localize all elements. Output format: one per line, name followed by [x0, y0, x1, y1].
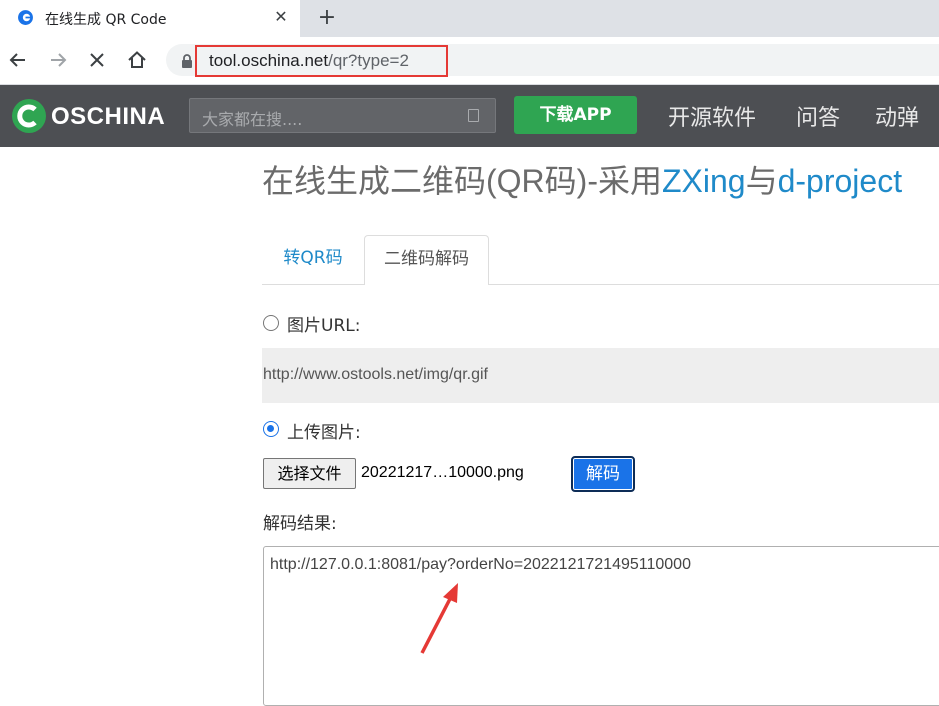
logo-text: OSCHINA — [51, 103, 166, 130]
lock-icon[interactable] — [180, 53, 194, 69]
search-placeholder: 大家都在搜.... — [202, 110, 303, 129]
title-dproject: d-project — [777, 163, 903, 199]
upload-image-radio[interactable] — [263, 421, 279, 437]
tab-generate-qr[interactable]: 转QR码 — [262, 235, 364, 284]
decode-result-value: http://127.0.0.1:8081/pay?orderNo=202212… — [270, 556, 691, 573]
image-url-input[interactable]: http://www.ostools.net/img/qr.gif — [262, 348, 939, 403]
browser-tabstrip: 在线生成 QR Code ✕ + — [0, 0, 939, 37]
title-mid: 与 — [745, 163, 778, 199]
url-path: /qr?type=2 — [328, 51, 409, 70]
title-zxing: ZXing — [661, 163, 746, 199]
stop-loading-icon[interactable] — [84, 47, 110, 73]
url-text[interactable]: tool.oschina.net/qr?type=2 — [209, 51, 409, 71]
download-app-button[interactable]: 下载APP — [514, 96, 637, 134]
nav-item-tweets[interactable]: 动弹 — [875, 100, 919, 132]
browser-toolbar: tool.oschina.net/qr?type=2 — [0, 37, 939, 85]
title-prefix: 在线生成二维码(QR码)-采用 — [262, 163, 662, 199]
tab-close-icon[interactable]: ✕ — [270, 6, 292, 28]
choose-file-button[interactable]: 选择文件 — [263, 458, 356, 489]
edge-favicon-icon — [18, 10, 33, 25]
tab-title: 在线生成 QR Code — [45, 12, 167, 28]
url-highlight-box: tool.oschina.net/qr?type=2 — [195, 45, 448, 77]
image-url-label: 图片URL: — [287, 316, 361, 336]
oschina-logo-icon — [12, 99, 46, 133]
address-bar[interactable]: tool.oschina.net/qr?type=2 — [166, 44, 939, 77]
site-search-input[interactable]: 大家都在搜.... — [189, 98, 496, 133]
url-host: tool.oschina.net — [209, 51, 329, 70]
image-url-value: http://www.ostools.net/img/qr.gif — [263, 366, 488, 383]
nav-item-qa[interactable]: 问答 — [796, 100, 840, 132]
site-header: OSCHINA 大家都在搜.... 下载APP 开源软件 问答 动弹 — [0, 85, 939, 147]
search-icon[interactable] — [468, 109, 479, 122]
new-tab-button[interactable]: + — [314, 5, 340, 31]
decode-result-textarea[interactable]: http://127.0.0.1:8081/pay?orderNo=202212… — [263, 546, 939, 706]
home-icon[interactable] — [124, 47, 150, 73]
forward-arrow-icon[interactable] — [45, 47, 71, 73]
browser-tab[interactable]: 在线生成 QR Code ✕ — [0, 0, 300, 37]
image-url-radio[interactable] — [263, 315, 279, 331]
decode-button[interactable]: 解码 — [571, 456, 635, 492]
tab-decode-qr[interactable]: 二维码解码 — [364, 235, 489, 285]
upload-image-label: 上传图片: — [287, 423, 361, 443]
page-title: 在线生成二维码(QR码)-采用ZXing与d-project — [262, 156, 902, 202]
nav-item-open-source[interactable]: 开源软件 — [668, 100, 756, 132]
decode-result-label: 解码结果: — [263, 514, 337, 534]
selected-file-name: 20221217…10000.png — [361, 464, 524, 481]
annotation-arrow-icon — [420, 583, 458, 654]
mode-tabs: 转QR码 二维码解码 — [262, 235, 939, 285]
back-arrow-icon[interactable] — [5, 47, 31, 73]
